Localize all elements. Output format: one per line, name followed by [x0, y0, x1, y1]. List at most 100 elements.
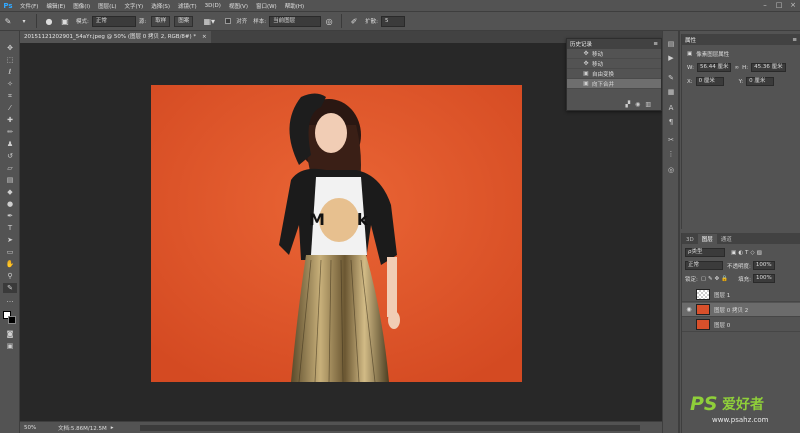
lasso-tool-icon[interactable]: ℓ: [3, 67, 17, 77]
diffusion-input[interactable]: 5: [380, 15, 405, 27]
layer-comps-icon[interactable]: ⋮: [666, 149, 676, 159]
new-document-from-state-icon[interactable]: ▞: [625, 101, 630, 108]
healing-brush-tool-active-icon[interactable]: ✎: [3, 283, 17, 293]
history-item[interactable]: ✥ 移动: [567, 49, 661, 59]
move-tool-icon[interactable]: ✥: [3, 43, 17, 53]
menu-view[interactable]: 视图(V): [225, 2, 252, 10]
brush-panel-icon[interactable]: ✎: [666, 73, 676, 83]
opacity-field[interactable]: 100%: [752, 261, 775, 270]
tool-presets-icon[interactable]: ✂: [666, 135, 676, 145]
svg-text:k: k: [357, 210, 368, 229]
actions-panel-icon[interactable]: ▶: [666, 53, 676, 63]
history-item[interactable]: ▣ 自由变换: [567, 69, 661, 79]
menu-filter[interactable]: 滤镜(T): [174, 2, 201, 10]
screen-mode-icon[interactable]: ▣: [3, 341, 17, 351]
brush-presets-icon[interactable]: ▦: [666, 87, 676, 97]
ignore-adjustment-layers-icon[interactable]: ◎: [323, 15, 335, 27]
history-panel-icon[interactable]: ▤: [666, 39, 676, 49]
menu-layer[interactable]: 图层(L): [94, 2, 120, 10]
maximize-icon[interactable]: □: [774, 1, 784, 10]
close-tab-icon[interactable]: ×: [202, 34, 207, 40]
marquee-tool-icon[interactable]: ⬚: [3, 55, 17, 65]
eye-icon[interactable]: ◉: [682, 306, 696, 313]
aligned-checkbox[interactable]: [225, 18, 232, 24]
trash-icon[interactable]: ▥: [645, 101, 651, 108]
fill-field[interactable]: 100%: [752, 274, 775, 283]
sampled-button[interactable]: 取样: [151, 15, 171, 27]
menu-window[interactable]: 窗口(W): [252, 2, 281, 10]
snapshot-camera-icon[interactable]: ◉: [635, 101, 640, 108]
layer-row[interactable]: 图层 0: [682, 318, 800, 332]
move-icon: ✥: [583, 50, 589, 57]
clone-source-panel-icon[interactable]: ▣: [59, 15, 71, 27]
y-field[interactable]: 0 厘米: [746, 77, 775, 86]
pressure-size-icon[interactable]: ✐: [348, 15, 360, 27]
pattern-button[interactable]: 图案: [174, 15, 194, 27]
panel-menu-icon[interactable]: ≡: [792, 37, 797, 43]
horizontal-scrollbar[interactable]: [140, 425, 640, 431]
quick-select-tool-icon[interactable]: ✧: [3, 79, 17, 89]
menu-select[interactable]: 选择(S): [147, 2, 174, 10]
pen-tool-icon[interactable]: ✒: [3, 211, 17, 221]
tab-3d[interactable]: 3D: [682, 236, 698, 244]
character-panel-icon[interactable]: A: [666, 103, 676, 113]
background-color-swatch[interactable]: [8, 316, 16, 324]
history-panel-header[interactable]: 历史记录 ≡: [567, 39, 661, 49]
menu-file[interactable]: 文件(F): [16, 2, 42, 10]
tab-layers[interactable]: 图层: [697, 234, 717, 244]
gradient-tool-icon[interactable]: ▤: [3, 175, 17, 185]
document-size-info[interactable]: 文档:5.86M/12.5M: [58, 424, 107, 432]
tab-channels[interactable]: 通道: [717, 234, 736, 244]
menu-help[interactable]: 帮助(H): [281, 2, 308, 10]
panel-menu-icon[interactable]: ≡: [653, 41, 658, 47]
zoom-tool-icon[interactable]: ⚲: [3, 271, 17, 281]
type-tool-icon[interactable]: T: [3, 223, 17, 233]
brush-tool-icon[interactable]: ✏: [3, 127, 17, 137]
document-image[interactable]: M k: [151, 85, 522, 382]
tool-preset-dropdown-icon[interactable]: ▾: [18, 15, 30, 27]
history-item-label: 移动: [592, 51, 604, 58]
history-item[interactable]: ✥ 移动: [567, 59, 661, 69]
sample-select[interactable]: 当前图层: [269, 15, 322, 27]
more-tools-icon[interactable]: …: [3, 295, 17, 305]
document-tab[interactable]: 20151121202901_54aYr.jpeg @ 50% (图层 0 拷贝…: [20, 31, 211, 43]
path-select-tool-icon[interactable]: ➤: [3, 235, 17, 245]
history-item-active[interactable]: ▣ 向下合并: [567, 79, 661, 89]
quick-mask-icon[interactable]: ◙: [3, 329, 17, 339]
blend-mode-select[interactable]: 正常: [685, 261, 723, 270]
menu-edit[interactable]: 编辑(E): [42, 2, 69, 10]
layer-row[interactable]: 图层 1: [682, 288, 800, 302]
layer-kind-filter[interactable]: ρ类型: [685, 248, 725, 257]
shape-tool-icon[interactable]: ▭: [3, 247, 17, 257]
spot-healing-tool-icon[interactable]: ✚: [3, 115, 17, 125]
crop-tool-icon[interactable]: ⌗: [3, 91, 17, 101]
properties-panel-header[interactable]: 属性 ≡: [682, 34, 800, 45]
blur-tool-icon[interactable]: ◆: [3, 187, 17, 197]
minimize-icon[interactable]: –: [760, 1, 770, 10]
status-menu-arrow-icon[interactable]: ▸: [111, 425, 114, 431]
menu-3d[interactable]: 3D(D): [201, 3, 225, 9]
pattern-picker-icon[interactable]: ▦▾: [197, 15, 221, 27]
lock-icons[interactable]: ▢✎✥🔒: [701, 276, 730, 282]
clone-source-icon[interactable]: ◎: [666, 165, 676, 175]
hand-tool-icon[interactable]: ✋: [3, 259, 17, 269]
menu-type[interactable]: 文字(Y): [121, 2, 148, 10]
dodge-tool-icon[interactable]: ●: [3, 199, 17, 209]
menu-image[interactable]: 图像(I): [69, 2, 94, 10]
healing-brush-tool-icon[interactable]: ✎: [2, 15, 14, 27]
height-field[interactable]: 45.36 厘米: [751, 63, 786, 72]
close-icon[interactable]: ×: [788, 1, 798, 10]
zoom-level[interactable]: 50%: [20, 425, 44, 431]
clone-stamp-tool-icon[interactable]: ♟: [3, 139, 17, 149]
link-icon[interactable]: ∞: [734, 65, 739, 71]
mode-select[interactable]: 正常: [91, 15, 136, 27]
paragraph-panel-icon[interactable]: ¶: [666, 117, 676, 127]
layer-filter-icons[interactable]: ▣◐T◇▨: [731, 250, 764, 256]
width-field[interactable]: 56.44 厘米: [696, 63, 732, 72]
x-field[interactable]: 0 厘米: [695, 77, 724, 86]
history-brush-tool-icon[interactable]: ↺: [3, 151, 17, 161]
layer-row-active[interactable]: ◉ 图层 0 拷贝 2: [682, 303, 800, 317]
eyedropper-tool-icon[interactable]: ⁄: [3, 103, 17, 113]
brush-size-icon[interactable]: ●: [43, 15, 55, 27]
eraser-tool-icon[interactable]: ▱: [3, 163, 17, 173]
